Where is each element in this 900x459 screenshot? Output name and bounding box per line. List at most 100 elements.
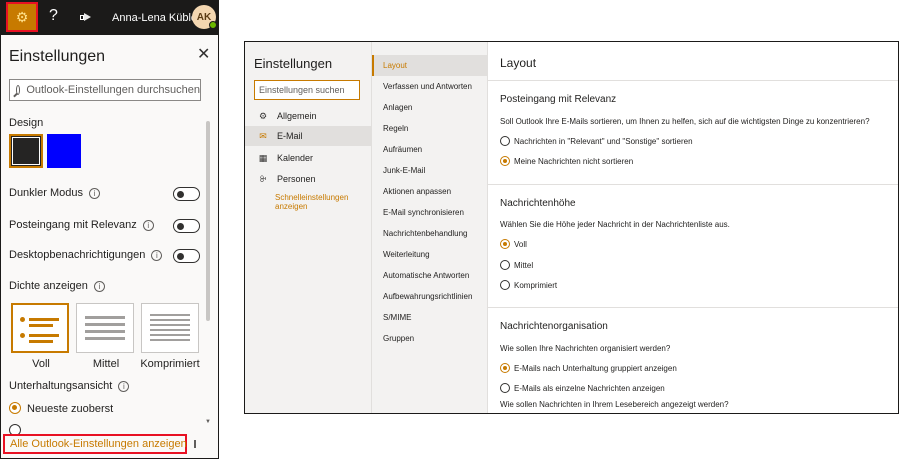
category-email[interactable]: ✉ E-Mail [245, 126, 371, 146]
option-individual-messages[interactable]: E-Mails als einzelne Nachrichten anzeige… [500, 383, 665, 393]
mail-icon: ✉ [259, 130, 267, 141]
section-question: Wählen Sie die Höhe jeder Nachricht in d… [500, 220, 730, 229]
scrollbar[interactable] [206, 121, 210, 321]
option-label: E-Mails als einzelne Nachrichten anzeige… [514, 383, 665, 393]
desktop-notifications-toggle[interactable] [173, 249, 200, 263]
density-option-medium[interactable] [76, 303, 134, 353]
subcategory-sweep[interactable]: Aufräumen [372, 139, 487, 160]
conversation-radio-newest[interactable] [9, 402, 21, 414]
settings-category-nav: Einstellungen Einstellungen suchen ⚙ All… [245, 42, 371, 413]
content-title: Layout [500, 56, 537, 70]
toggle-label-dark-mode: Dunkler Modus i [9, 187, 100, 199]
info-icon[interactable]: i [142, 219, 154, 231]
info-icon[interactable]: i [93, 280, 105, 292]
quick-settings-link[interactable]: Schnelleinstellungen anzeigen [275, 193, 365, 211]
people-icon: ꔬ [259, 173, 267, 184]
option-height-medium[interactable]: Mittel [500, 260, 533, 270]
subcategory-groups[interactable]: Gruppen [372, 328, 487, 349]
info-icon[interactable]: i [88, 187, 100, 199]
category-general[interactable]: ⚙ Allgemein [245, 106, 371, 126]
top-bar: ⚙ ? Anna-Lena Kübler AK [1, 1, 218, 35]
section-heading-message-height: Nachrichtenhöhe [500, 198, 576, 209]
category-people[interactable]: ꔬ Personen [245, 169, 371, 189]
option-label: Voll [514, 239, 527, 249]
outlook-settings-search-input[interactable]: Outlook-Einstellungen durchsuchen [9, 79, 201, 101]
toggle-label-text: Posteingang mit Relevanz [9, 219, 137, 231]
subcategory-automatic-replies[interactable]: Automatische Antworten [372, 265, 487, 286]
theme-swatch-dark[interactable] [9, 134, 43, 168]
focused-inbox-toggle[interactable] [173, 219, 200, 233]
info-icon[interactable]: i [118, 380, 130, 392]
toggle-label-text: Desktopbenachrichtigungen [9, 249, 146, 261]
gear-icon: ⚙ [258, 110, 268, 121]
settings-button[interactable]: ⚙ [6, 2, 38, 32]
category-label: Personen [277, 174, 316, 184]
radio-button[interactable] [500, 280, 510, 290]
divider [488, 184, 898, 185]
subcategory-sync-email[interactable]: E-Mail synchronisieren [372, 202, 487, 223]
section-heading-message-organization: Nachrichtenorganisation [500, 321, 608, 332]
option-sort-focused-other[interactable]: Nachrichten in "Relevant" und "Sonstige"… [500, 136, 693, 146]
close-icon[interactable]: ✕ [197, 47, 210, 63]
all-settings-link-text: Alle Outlook-Einstellungen anzeigen [10, 438, 187, 450]
subcategory-junk[interactable]: Junk-E-Mail [372, 160, 487, 181]
help-icon[interactable]: ? [49, 7, 58, 25]
radio-button[interactable] [500, 260, 510, 270]
conversation-option-label: Neueste zuoberst [27, 403, 114, 415]
calendar-icon: ▦ [258, 152, 268, 163]
panel-title: Einstellungen [9, 48, 106, 65]
subcategory-retention-policies[interactable]: Aufbewahrungsrichtlinien [372, 286, 487, 307]
theme-swatch-blue[interactable] [47, 134, 81, 168]
megaphone-icon[interactable] [80, 13, 92, 22]
option-dont-sort[interactable]: Meine Nachrichten nicht sortieren [500, 156, 633, 166]
subcategory-smime[interactable]: S/MIME [372, 307, 487, 328]
dark-mode-toggle[interactable] [173, 187, 200, 201]
subcategory-customize-actions[interactable]: Aktionen anpassen [372, 181, 487, 202]
density-label-medium: Mittel [92, 358, 120, 370]
option-label: E-Mails nach Unterhaltung gruppiert anze… [514, 363, 677, 373]
category-label: E-Mail [277, 131, 303, 141]
subcategory-layout[interactable]: Layout [372, 55, 487, 76]
info-icon[interactable]: i [151, 249, 163, 261]
option-group-by-conversation[interactable]: E-Mails nach Unterhaltung gruppiert anze… [500, 363, 677, 373]
toggle-label-focused-inbox: Posteingang mit Relevanz i [9, 219, 154, 231]
subcategory-forwarding[interactable]: Weiterleitung [372, 244, 487, 265]
design-label: Design [9, 117, 44, 129]
radio-button[interactable] [500, 363, 510, 373]
quick-settings-panel: ⚙ ? Anna-Lena Kübler AK Einstellungen ✕ … [0, 0, 219, 459]
section-question: Soll Outlook Ihre E-Mails sortieren, um … [500, 117, 870, 126]
subcategory-attachments[interactable]: Anlagen [372, 97, 487, 118]
subcategory-message-handling[interactable]: Nachrichtenbehandlung [372, 223, 487, 244]
all-outlook-settings-link[interactable]: Alle Outlook-Einstellungen anzeigen [3, 434, 196, 454]
settings-search-input[interactable]: Einstellungen suchen [254, 80, 360, 100]
toggle-label-text: Dunkler Modus [9, 187, 83, 199]
density-label: Dichte anzeigen i [9, 280, 105, 292]
subcategory-rules[interactable]: Regeln [372, 118, 487, 139]
option-height-full[interactable]: Voll [500, 239, 527, 249]
radio-button[interactable] [500, 239, 510, 249]
open-external-icon [193, 440, 196, 448]
radio-button[interactable] [500, 383, 510, 393]
email-subcategory-nav: Layout Verfassen und Antworten Anlagen R… [371, 42, 487, 413]
search-icon [16, 85, 21, 95]
conversation-label-text: Unterhaltungsansicht [9, 380, 113, 392]
category-calendar[interactable]: ▦ Kalender [245, 148, 371, 168]
section-heading-focused-inbox: Posteingang mit Relevanz [500, 94, 617, 105]
presence-status-icon [209, 21, 217, 29]
subcategory-compose[interactable]: Verfassen und Antworten [372, 76, 487, 97]
option-height-compact[interactable]: Komprimiert [500, 280, 557, 290]
search-placeholder: Outlook-Einstellungen durchsuchen [26, 84, 200, 96]
section-question-reading-pane: Wie sollen Nachrichten in Ihrem Lesebere… [500, 400, 729, 409]
radio-button[interactable] [500, 136, 510, 146]
scroll-down-arrow-icon[interactable]: ▼ [205, 419, 211, 425]
density-option-compact[interactable] [141, 303, 199, 353]
option-label: Meine Nachrichten nicht sortieren [514, 156, 634, 166]
density-label-full: Voll [32, 358, 50, 370]
conversation-view-label: Unterhaltungsansicht i [9, 380, 130, 392]
density-option-full[interactable] [11, 303, 69, 353]
radio-button[interactable] [500, 156, 510, 166]
density-label-text: Dichte anzeigen [9, 280, 88, 292]
section-question: Wie sollen Ihre Nachrichten organisiert … [500, 344, 671, 353]
divider [488, 80, 898, 81]
divider [488, 307, 898, 308]
